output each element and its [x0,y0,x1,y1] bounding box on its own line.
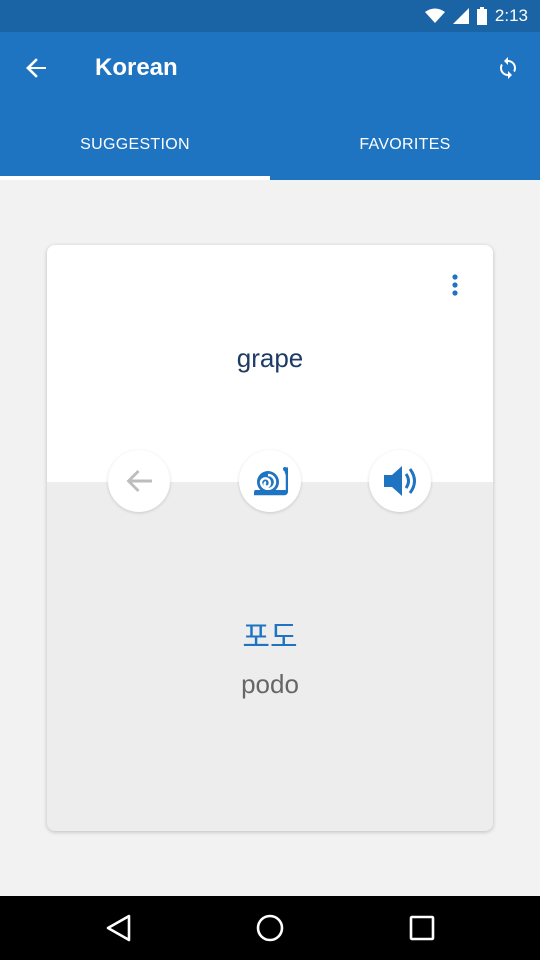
arrow-left-icon [126,470,152,492]
nav-recents-button[interactable] [402,908,442,948]
english-word: grape [236,343,304,373]
previous-button[interactable] [108,450,170,512]
more-vertical-icon [452,274,458,296]
tab-suggestion[interactable]: SUGGESTION [0,112,270,178]
volume-icon [384,466,416,496]
app-title: Korean [95,54,178,81]
slow-play-button[interactable] [239,450,301,512]
status-time: 2:13 [494,6,528,25]
status-icons: 2:13 [424,6,528,26]
app-bar: Korean SUGGESTION FAVORITES [0,32,540,180]
card-menu-button[interactable] [437,267,473,303]
nav-back-icon [106,914,131,942]
arrow-back-icon [26,58,46,78]
korean-word: 포도 [242,620,298,655]
wifi-icon [424,8,445,23]
nav-back-button[interactable] [98,908,138,948]
navigation-bar [0,896,540,960]
battery-icon [476,7,487,25]
nav-home-button[interactable] [250,908,290,948]
nav-home-icon [256,914,284,942]
status-bar: 2:13 [0,0,540,32]
refresh-icon [500,57,516,79]
back-button[interactable] [16,48,56,88]
flashcard: grape 포도 podo [47,245,493,831]
romanization: podo [241,669,299,699]
tab-favorites[interactable]: FAVORITES [270,112,540,178]
snail-icon [254,467,288,496]
nav-recents-icon [409,915,435,941]
card-front: grape [47,245,493,482]
refresh-button[interactable] [488,48,528,88]
tab-indicator [0,176,270,180]
signal-icon [452,8,469,24]
play-sound-button[interactable] [369,450,431,512]
